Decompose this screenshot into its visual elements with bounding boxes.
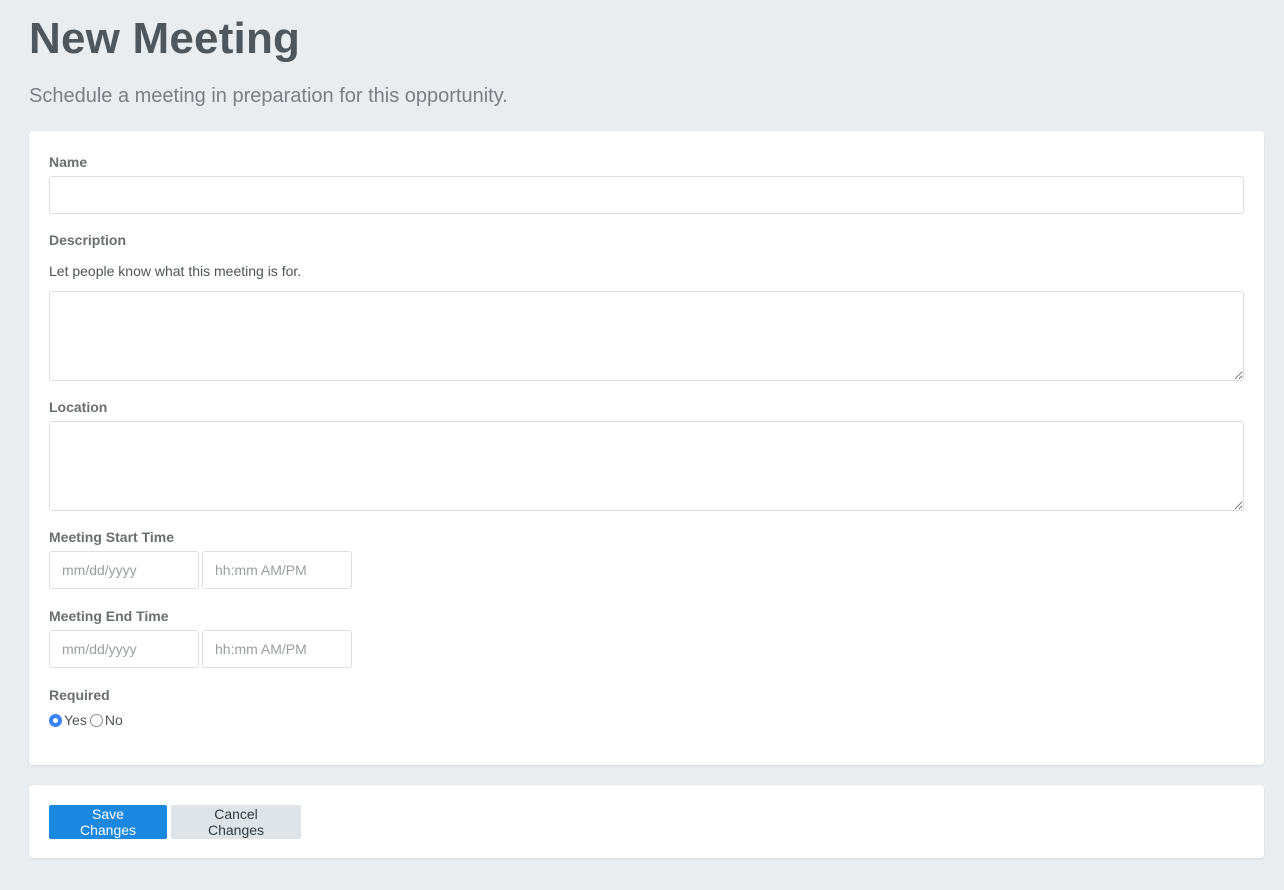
actions-card: Save Changes Cancel Changes	[29, 785, 1264, 858]
radio-no[interactable]	[89, 713, 103, 727]
end-time-input[interactable]	[202, 630, 352, 668]
page-title: New Meeting	[29, 14, 301, 63]
location-label: Location	[49, 399, 108, 415]
radio-yes-label[interactable]: Yes	[64, 712, 87, 728]
start-time-label: Meeting Start Time	[49, 529, 174, 545]
description-label: Description	[49, 232, 127, 248]
radio-yes[interactable]	[49, 713, 62, 727]
name-label: Name	[49, 154, 88, 170]
save-changes-button[interactable]: Save Changes	[49, 805, 167, 839]
description-textarea[interactable]	[49, 291, 1244, 381]
required-radio-group: Yes No	[49, 712, 126, 728]
radio-no-label[interactable]: No	[105, 712, 123, 728]
start-date-input[interactable]	[49, 551, 199, 589]
description-help-text: Let people know what this meeting is for…	[49, 263, 302, 279]
location-textarea[interactable]	[49, 421, 1244, 511]
name-input[interactable]	[49, 176, 1244, 214]
meeting-form-card: Name Description Let people know what th…	[29, 131, 1264, 765]
end-date-input[interactable]	[49, 630, 199, 668]
required-option-no[interactable]: No	[89, 712, 123, 728]
end-time-label: Meeting End Time	[49, 608, 169, 624]
required-option-yes[interactable]: Yes	[49, 712, 87, 728]
page-subtitle: Schedule a meeting in preparation for th…	[29, 85, 508, 107]
required-label: Required	[49, 687, 110, 703]
cancel-changes-button[interactable]: Cancel Changes	[171, 805, 301, 839]
start-time-input[interactable]	[202, 551, 352, 589]
